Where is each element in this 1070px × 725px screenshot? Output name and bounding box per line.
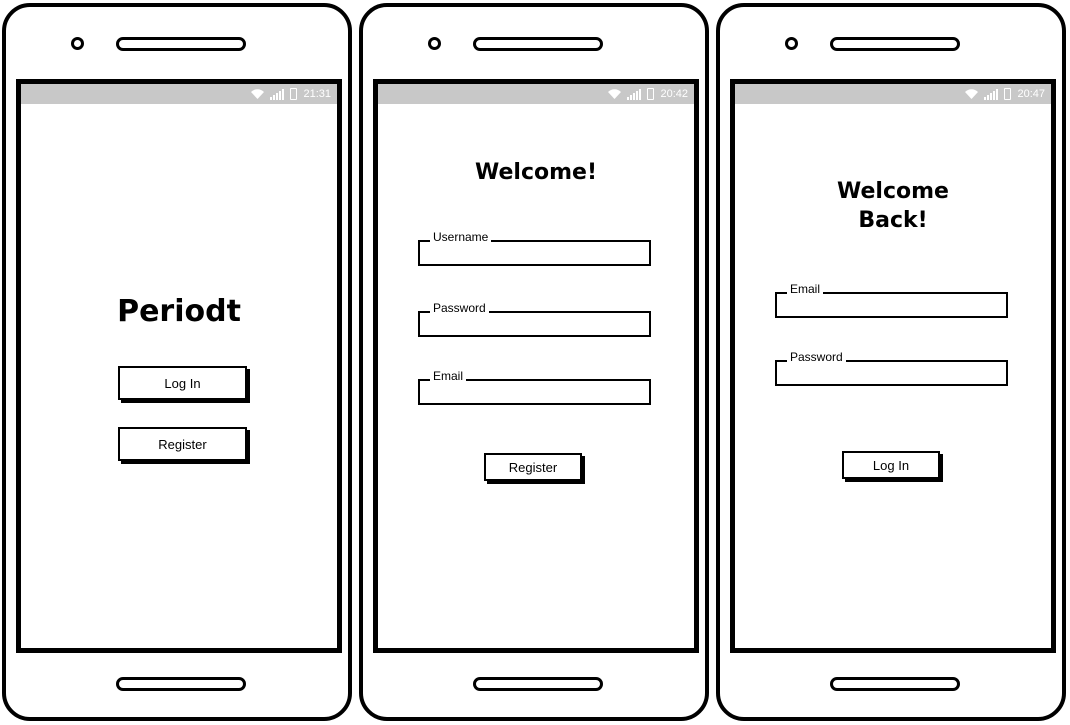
status-bar: 20:42 [378,84,694,104]
login-screen: 20:47 Welcome Back! Email Password Log I… [730,79,1056,653]
status-bar: 20:47 [735,84,1051,104]
username-field[interactable]: Username [418,230,651,266]
status-bar: 21:31 [21,84,337,104]
register-button[interactable]: Register [118,427,247,461]
password-label: Password [430,301,489,315]
speaker-grille [830,37,960,51]
camera-icon [71,37,84,50]
battery-icon [290,88,298,100]
battery-icon [1004,88,1012,100]
home-button[interactable] [473,677,603,691]
password-label: Password [787,350,846,364]
email-label: Email [787,282,824,296]
camera-icon [785,37,798,50]
password-input[interactable] [781,366,1002,382]
app-title: Periodt [117,294,241,329]
password-field[interactable]: Password [418,301,651,337]
email-label: Email [430,369,467,383]
signal-icon [984,88,999,100]
battery-icon [647,88,655,100]
login-button[interactable]: Log In [842,451,940,479]
email-field[interactable]: Email [418,369,651,405]
wifi-icon [965,89,979,99]
register-button[interactable]: Register [484,453,582,481]
page-title-line1: Welcome [837,179,949,204]
username-label: Username [430,230,492,244]
page-title-line2: Back! [858,208,928,233]
username-input[interactable] [424,246,645,262]
phone-frame-splash: 21:31 Periodt Log In Register [2,3,352,721]
status-time: 20:47 [1017,88,1045,100]
phone-frame-login: 20:47 Welcome Back! Email Password Log I… [716,3,1066,721]
splash-screen: 21:31 Periodt Log In Register [16,79,342,653]
home-button[interactable] [830,677,960,691]
email-input[interactable] [781,298,1002,314]
wifi-icon [608,89,622,99]
password-field[interactable]: Password [775,350,1008,386]
phone-frame-register: 20:42 Welcome! Username Password Email R… [359,3,709,721]
status-time: 20:42 [660,88,688,100]
register-screen: 20:42 Welcome! Username Password Email R… [373,79,699,653]
email-input[interactable] [424,385,645,401]
status-time: 21:31 [303,88,331,100]
email-field[interactable]: Email [775,282,1008,318]
camera-icon [428,37,441,50]
signal-icon [627,88,642,100]
page-title: Welcome! [475,160,597,185]
speaker-grille [473,37,603,51]
wifi-icon [251,89,265,99]
speaker-grille [116,37,246,51]
signal-icon [270,88,285,100]
home-button[interactable] [116,677,246,691]
password-input[interactable] [424,317,645,333]
login-button[interactable]: Log In [118,366,247,400]
